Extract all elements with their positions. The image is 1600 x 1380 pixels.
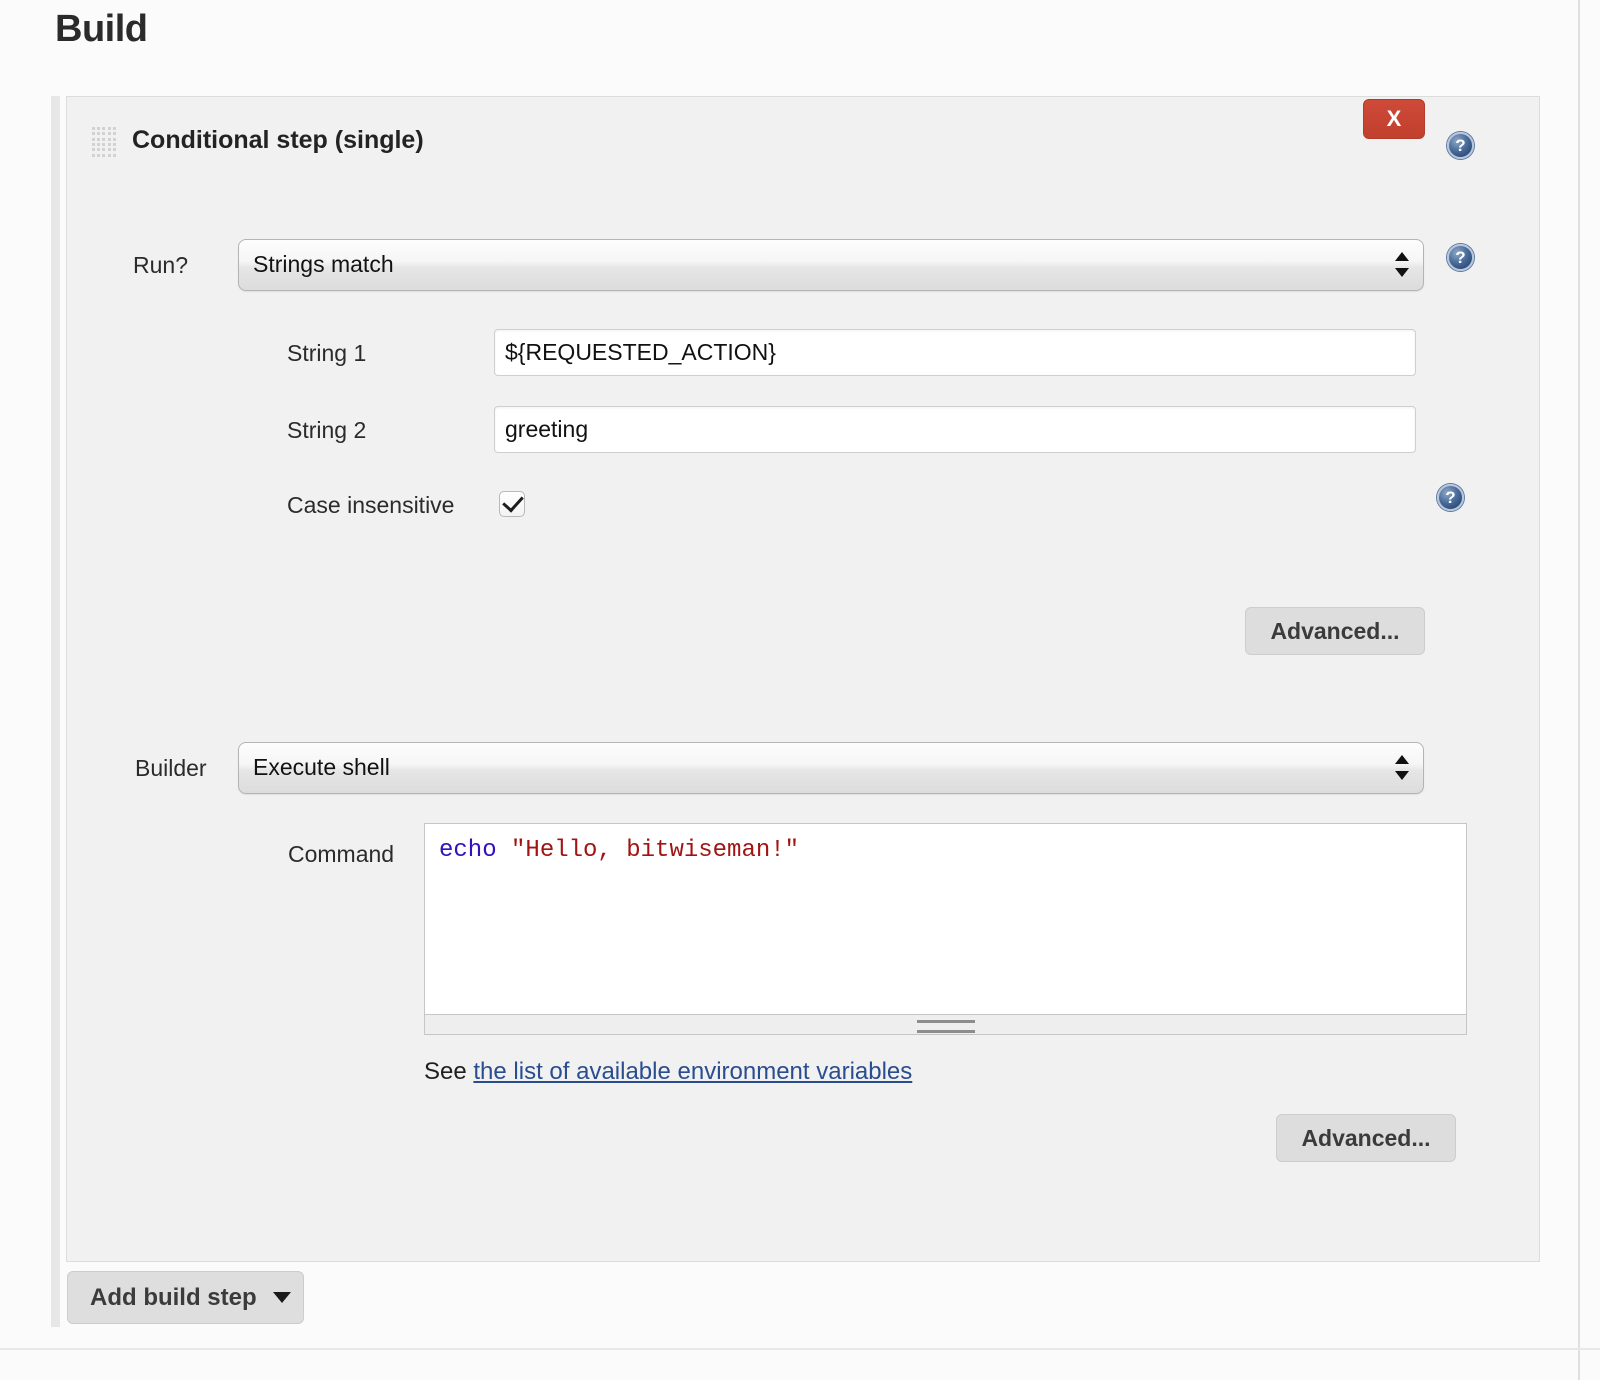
command-textarea-resize-handle[interactable] — [424, 1015, 1467, 1035]
drag-handle-icon[interactable] — [91, 126, 117, 158]
command-keyword-token: echo — [439, 837, 497, 864]
env-variables-hint: See the list of available environment va… — [424, 1058, 912, 1086]
chevron-updown-icon — [1395, 251, 1409, 281]
add-build-step-label: Add build step — [90, 1284, 257, 1312]
command-textarea[interactable]: echo "Hello, bitwiseman!" — [424, 823, 1467, 1015]
delete-build-step-button[interactable]: X — [1363, 99, 1425, 139]
env-hint-prefix: See — [424, 1058, 473, 1085]
help-icon-build-step[interactable]: ? — [1447, 132, 1474, 159]
case-insensitive-label: Case insensitive — [287, 492, 454, 519]
build-section-gutter — [51, 96, 60, 1327]
case-insensitive-checkbox[interactable] — [499, 491, 525, 517]
builder-label: Builder — [135, 755, 207, 782]
help-icon-run-condition[interactable]: ? — [1447, 244, 1474, 271]
chevron-updown-icon — [1395, 754, 1409, 784]
chevron-down-icon — [273, 1292, 291, 1303]
run-condition-select[interactable]: Strings match — [238, 239, 1424, 291]
page-right-divider — [1578, 0, 1580, 1380]
command-space-token — [497, 837, 511, 864]
env-variables-link[interactable]: the list of available environment variab… — [473, 1058, 912, 1085]
command-label: Command — [288, 841, 394, 868]
string2-input[interactable] — [494, 406, 1416, 453]
build-step-heading: Conditional step (single) — [132, 126, 424, 155]
help-icon-case-insensitive[interactable]: ? — [1437, 484, 1464, 511]
resize-grip-icon — [917, 1020, 975, 1033]
run-condition-selected-value: Strings match — [253, 251, 394, 278]
string2-label: String 2 — [287, 417, 366, 444]
command-string-token: "Hello, bitwiseman!" — [511, 837, 799, 864]
page-bottom-divider — [0, 1348, 1600, 1350]
checkmark-icon — [502, 490, 524, 512]
run-condition-label: Run? — [133, 252, 188, 279]
builder-advanced-button[interactable]: Advanced... — [1276, 1114, 1456, 1162]
condition-advanced-button[interactable]: Advanced... — [1245, 607, 1425, 655]
command-editor: echo "Hello, bitwiseman!" — [424, 823, 1467, 1035]
page-title: Build — [55, 8, 147, 51]
builder-select[interactable]: Execute shell — [238, 742, 1424, 794]
string1-input[interactable] — [494, 329, 1416, 376]
string1-label: String 1 — [287, 340, 366, 367]
builder-selected-value: Execute shell — [253, 754, 390, 781]
add-build-step-button[interactable]: Add build step — [67, 1271, 304, 1324]
